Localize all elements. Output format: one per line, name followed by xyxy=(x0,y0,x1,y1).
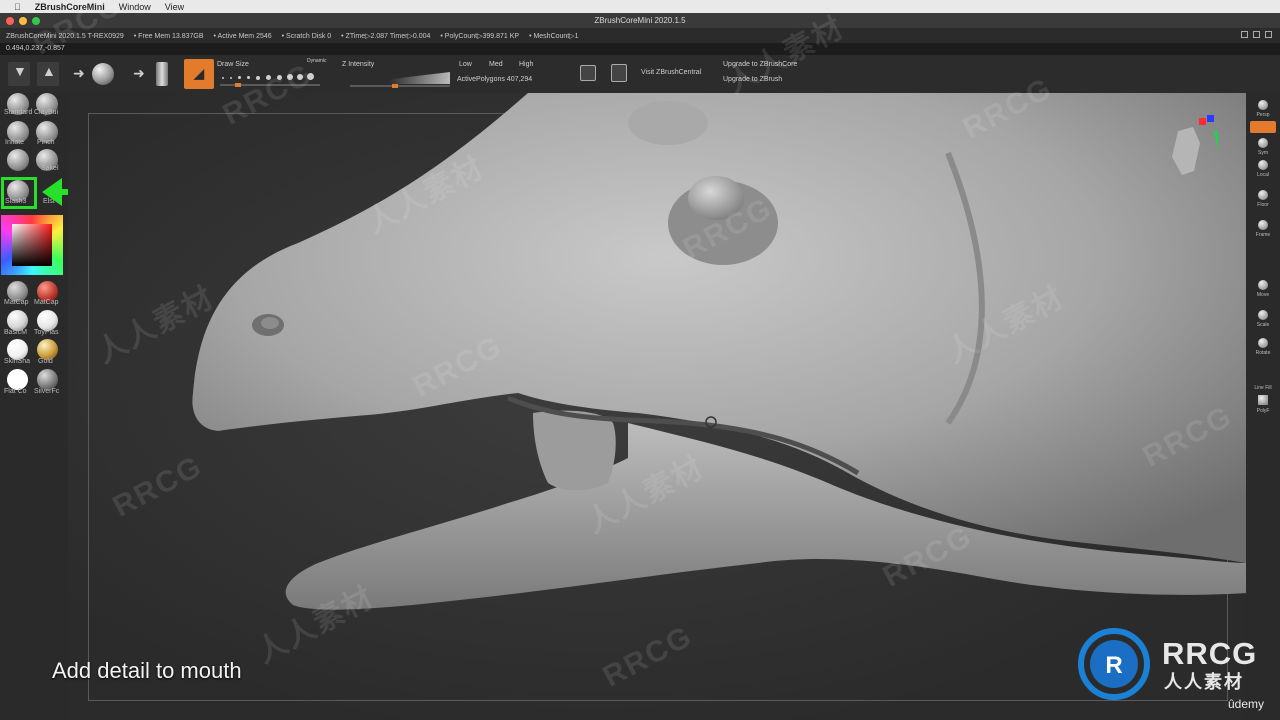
edit-icon: ◢ xyxy=(194,66,204,81)
local-button[interactable]: Local xyxy=(1250,157,1276,181)
free-mem-text: • Free Mem 13.837GB xyxy=(133,32,204,40)
right-tray-label: Scale xyxy=(1256,322,1270,328)
floor-button[interactable]: Floor xyxy=(1250,187,1276,211)
visit-zbrushcentral-link[interactable]: Visit ZBrushCentral xyxy=(641,69,701,76)
window-titlebar: ZBrushCoreMini 2020.1.5 xyxy=(0,13,1280,29)
rotate-button[interactable]: Rotate xyxy=(1250,335,1276,359)
material-label: Gold xyxy=(38,358,53,365)
view-menu[interactable]: View xyxy=(165,2,184,12)
right-tray-label: Line Fill xyxy=(1254,385,1272,391)
size-dot xyxy=(238,76,241,79)
dynamic-label[interactable]: Dynamic xyxy=(307,58,326,64)
document-icon[interactable] xyxy=(611,64,627,82)
material-label: MatCap xyxy=(4,299,29,306)
low-resolution-button[interactable]: Low xyxy=(459,61,472,68)
color-saturation-square[interactable] xyxy=(12,224,52,266)
apple-icon[interactable]:  xyxy=(14,2,21,12)
cylinder-preset-button[interactable] xyxy=(156,62,168,86)
open-file-icon: ▼ xyxy=(13,63,27,79)
material-label: SkinSha xyxy=(4,358,31,365)
polycount-text: • PolyCount▷399.871 KP xyxy=(440,33,520,40)
move-button[interactable]: Move xyxy=(1250,277,1276,301)
right-tray-label: Move xyxy=(1256,292,1270,298)
fullscreen-icon[interactable] xyxy=(1265,31,1272,38)
mac-menubar:  ZBrushCoreMini Window View xyxy=(0,0,1280,13)
draw-size-knob[interactable] xyxy=(235,83,241,87)
info-bar: ZBrushCoreMini 2020.1.5 T-REX0929 • Free… xyxy=(0,29,1280,43)
z-intensity-label: Z Intensity xyxy=(342,61,375,68)
rrcg-logo-icon: R xyxy=(1078,628,1150,700)
z-intensity-knob[interactable] xyxy=(392,84,398,88)
right-tray-label: Sym xyxy=(1258,150,1268,156)
brush-label: Standard xyxy=(4,109,33,116)
brush-smooth-button[interactable] xyxy=(7,149,29,171)
scratch-disk-text: • Scratch Disk 0 xyxy=(281,32,332,40)
svg-text:R: R xyxy=(1105,652,1122,679)
right-tray-label: PolyF xyxy=(1256,408,1270,414)
material-skinshade[interactable] xyxy=(7,339,28,360)
draw-size-label: Draw Size xyxy=(217,61,249,68)
material-label: Flat Co xyxy=(4,388,27,395)
brow-horn xyxy=(628,101,708,145)
meshcount-text: • MeshCount▷1 xyxy=(529,33,579,40)
size-dot xyxy=(247,76,250,79)
material-gold[interactable] xyxy=(37,339,58,360)
right-tray-label: Floor xyxy=(1257,202,1269,208)
polyframe-button[interactable]: PolyF xyxy=(1250,393,1276,417)
perspective-toggle[interactable] xyxy=(1250,121,1276,133)
z-intensity-track xyxy=(350,85,450,87)
logo-text: RRCG xyxy=(1162,636,1258,671)
material-label: SilverFc xyxy=(34,388,60,395)
sphere-preset-button[interactable] xyxy=(92,63,114,85)
canvas-viewport[interactable] xyxy=(68,93,1246,720)
material-label: ToyPlas xyxy=(34,329,59,336)
top-shelf: ▼ ▲ ➜ ➜ ◢ Draw Size Dynamic Z Intensity … xyxy=(0,55,1280,93)
medium-resolution-button[interactable]: Med xyxy=(489,61,503,68)
right-tray: Persp Sym Local Floor Frame Move Scale R… xyxy=(1246,93,1280,720)
active-mem-text: • Active Mem 2546 xyxy=(213,32,272,40)
logo-subtext: 人人素材 xyxy=(1164,672,1244,692)
right-tray-label: Local xyxy=(1257,172,1269,178)
gizmo-head-icon xyxy=(1172,127,1200,175)
z-intensity-ramp[interactable] xyxy=(350,72,450,84)
material-silverfoil[interactable] xyxy=(37,369,58,390)
arrow-right-icon: ➜ xyxy=(133,65,145,81)
right-tray-label: Persp xyxy=(1256,112,1270,118)
video-caption: Add detail to mouth xyxy=(52,658,242,683)
scale-button[interactable]: Scale xyxy=(1250,307,1276,331)
symmetry-button[interactable]: Sym xyxy=(1250,135,1276,159)
brush-label: Pinch xyxy=(37,139,55,146)
arrow-right-icon: ➜ xyxy=(73,65,85,81)
brush-label: ClayBui xyxy=(34,109,59,116)
ztime-text: • ZTime▷2.087 Timer▷0.004 xyxy=(341,33,431,40)
image-icon[interactable] xyxy=(580,65,596,81)
material-label: BasicM xyxy=(4,329,27,336)
right-tray-label: Frame xyxy=(1255,232,1271,238)
size-dot xyxy=(230,77,232,79)
selected-brush-highlight xyxy=(1,177,37,209)
window-layout-controls xyxy=(1241,31,1272,38)
material-basic[interactable] xyxy=(7,310,28,331)
color-picker[interactable] xyxy=(1,215,63,275)
right-tray-label: Rotate xyxy=(1255,350,1271,356)
navigation-gizmo[interactable] xyxy=(1158,113,1218,193)
size-dot xyxy=(222,77,224,79)
dinosaur-head-sculpt[interactable] xyxy=(68,93,1246,720)
frame-button[interactable]: Frame xyxy=(1250,217,1276,241)
high-resolution-button[interactable]: High xyxy=(519,61,533,68)
window-title: ZBrushCoreMini 2020.1.5 xyxy=(594,16,686,25)
udemy-watermark: ûdemy xyxy=(1228,697,1265,711)
right-tray-button[interactable]: Persp xyxy=(1250,97,1276,121)
brush-label: Sakel xyxy=(41,165,59,172)
save-file-icon: ▲ xyxy=(42,63,56,79)
tongue-shape xyxy=(533,410,616,491)
brush-label: Inflate xyxy=(5,139,25,146)
material-toyplastic[interactable] xyxy=(37,310,58,331)
active-polygons-text: ActivePolygons 407,294 xyxy=(457,76,533,83)
layout-toggle-icon[interactable] xyxy=(1241,31,1248,38)
edit-mode-button[interactable]: ◢ xyxy=(184,59,214,89)
material-label: MatCap xyxy=(34,299,59,306)
material-flatcolor[interactable] xyxy=(7,369,28,390)
default-ui-icon[interactable] xyxy=(1253,31,1260,38)
